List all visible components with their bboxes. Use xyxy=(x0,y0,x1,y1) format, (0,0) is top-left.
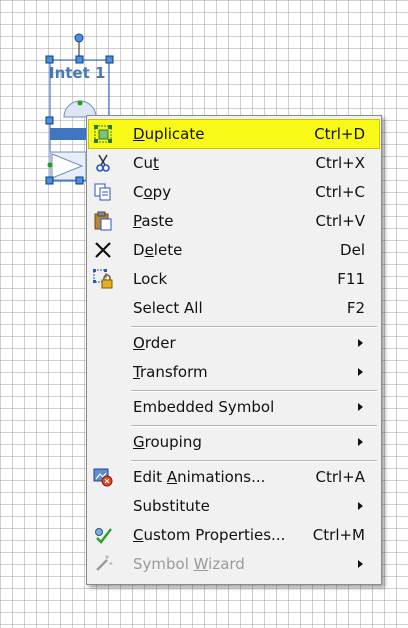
menu-item-label: Embedded Symbol xyxy=(133,398,275,416)
submenu-arrow-icon xyxy=(358,560,363,568)
wand-icon xyxy=(93,554,113,574)
menu-item-paste[interactable]: Paste Ctrl+V xyxy=(89,207,379,235)
menu-item-delete[interactable]: Delete Del xyxy=(89,236,379,264)
menu-item-label: Lock xyxy=(133,270,168,288)
menu-item-transform[interactable]: Transform xyxy=(89,358,379,386)
duplicate-icon xyxy=(93,124,113,144)
resize-handle-ne[interactable] xyxy=(105,55,114,64)
menu-item-label: Symbol Wizard xyxy=(133,555,245,573)
custom-properties-icon xyxy=(93,525,113,545)
delete-x-icon xyxy=(93,240,113,260)
menu-item-shortcut: Ctrl+D xyxy=(314,125,365,143)
copy-icon xyxy=(93,182,113,202)
context-menu: Duplicate Ctrl+D Cut Ctrl+X Copy Ctrl+C … xyxy=(86,115,382,585)
menu-item-label: Transform xyxy=(133,363,208,381)
menu-item-edit-animations[interactable]: Edit Animations... Ctrl+A xyxy=(89,463,379,491)
menu-item-shortcut: F2 xyxy=(346,299,365,317)
lock-icon xyxy=(93,269,113,289)
submenu-arrow-icon xyxy=(358,502,363,510)
symbol-label: Intet 1 xyxy=(49,64,106,82)
menu-item-order[interactable]: Order xyxy=(89,329,379,357)
menu-item-shortcut: Ctrl+V xyxy=(315,212,365,230)
clipboard-icon xyxy=(93,211,113,231)
menu-item-shortcut: Ctrl+X xyxy=(315,154,365,172)
menu-item-label: Substitute xyxy=(133,497,210,515)
menu-item-label: Custom Properties... xyxy=(133,526,286,544)
submenu-arrow-icon xyxy=(358,438,363,446)
menu-item-label: Edit Animations... xyxy=(133,468,266,486)
submenu-arrow-icon xyxy=(358,403,363,411)
menu-item-label: Copy xyxy=(133,183,172,201)
resize-handle-sw[interactable] xyxy=(45,176,54,185)
menu-item-select-all[interactable]: Select All F2 xyxy=(89,294,379,322)
menu-item-label: Order xyxy=(133,334,176,352)
menu-item-symbol-wizard: Symbol Wizard xyxy=(89,550,379,578)
menu-item-label: Duplicate xyxy=(133,125,205,143)
menu-separator xyxy=(131,425,377,427)
resize-handle-w[interactable] xyxy=(45,116,54,125)
rotation-handle[interactable] xyxy=(74,33,84,43)
menu-item-shortcut: Ctrl+A xyxy=(315,468,365,486)
submenu-arrow-icon xyxy=(358,339,363,347)
connection-point xyxy=(77,100,83,106)
symbol-bar xyxy=(50,128,86,140)
menu-item-embedded-symbol[interactable]: Embedded Symbol xyxy=(89,393,379,421)
scissors-icon xyxy=(93,153,113,173)
menu-item-label: Paste xyxy=(133,212,174,230)
resize-handle-nw[interactable] xyxy=(45,55,54,64)
menu-item-shortcut: F11 xyxy=(337,270,365,288)
menu-item-duplicate[interactable]: Duplicate Ctrl+D xyxy=(88,119,380,149)
resize-handle-n[interactable] xyxy=(75,55,84,64)
menu-item-cut[interactable]: Cut Ctrl+X xyxy=(89,149,379,177)
menu-item-label: Cut xyxy=(133,154,159,172)
menu-item-shortcut: Ctrl+C xyxy=(315,183,365,201)
menu-item-custom-properties[interactable]: Custom Properties... Ctrl+M xyxy=(89,521,379,549)
connection-point xyxy=(47,162,53,168)
animation-icon xyxy=(93,467,113,487)
menu-item-label: Select All xyxy=(133,299,203,317)
menu-separator xyxy=(131,460,377,462)
menu-item-grouping[interactable]: Grouping xyxy=(89,428,379,456)
menu-separator xyxy=(131,326,377,328)
resize-handle-s[interactable] xyxy=(75,176,84,185)
submenu-arrow-icon xyxy=(358,368,363,376)
menu-separator xyxy=(131,390,377,392)
menu-item-lock[interactable]: Lock F11 xyxy=(89,265,379,293)
menu-item-substitute[interactable]: Substitute xyxy=(89,492,379,520)
menu-item-label: Grouping xyxy=(133,433,202,451)
menu-item-shortcut: Del xyxy=(340,241,365,259)
menu-item-label: Delete xyxy=(133,241,183,259)
menu-item-copy[interactable]: Copy Ctrl+C xyxy=(89,178,379,206)
menu-item-shortcut: Ctrl+M xyxy=(312,526,365,544)
